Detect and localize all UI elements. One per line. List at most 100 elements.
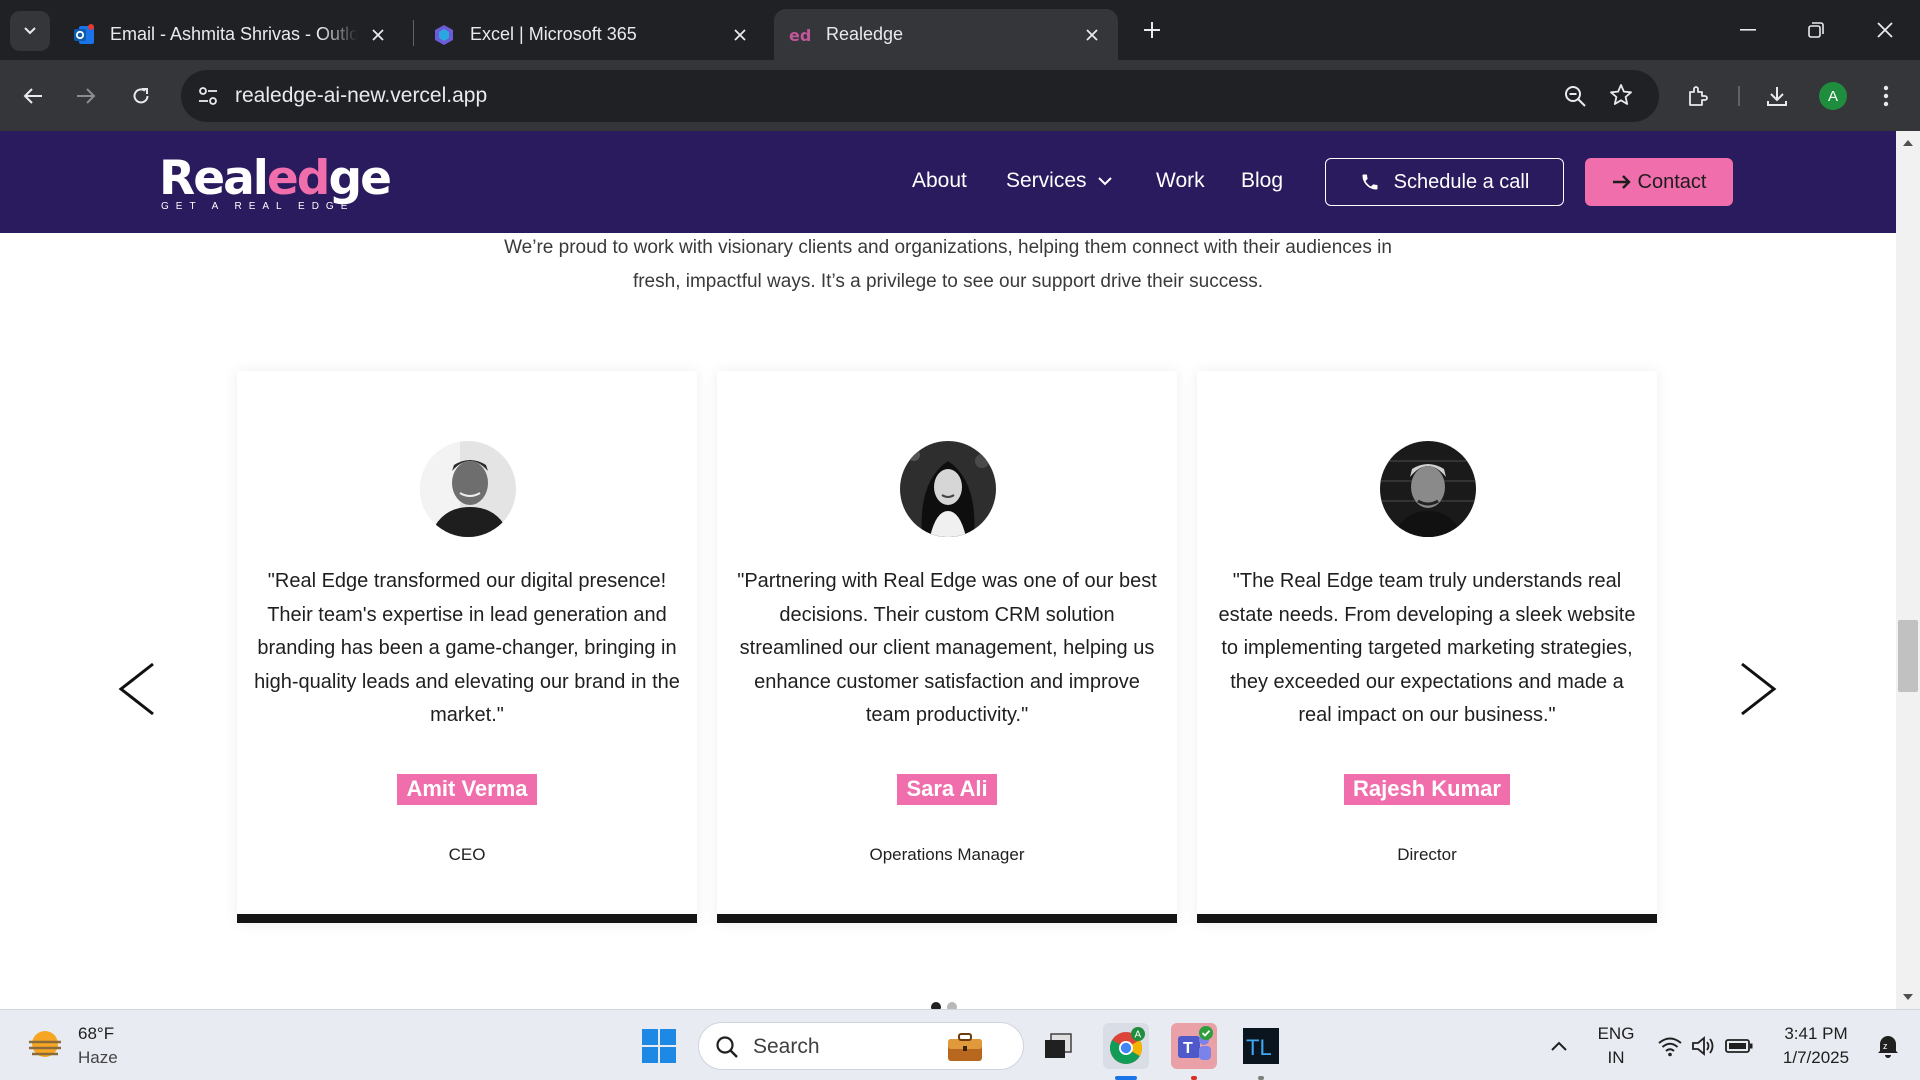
task-view-icon — [1045, 1033, 1072, 1058]
clock-time: 3:41 PM — [1784, 1024, 1848, 1043]
nav-about[interactable]: About — [912, 169, 967, 193]
tab-outlook[interactable]: Email - Ashmita Shrivas - Outlook — [58, 9, 406, 60]
back-button[interactable] — [15, 78, 51, 114]
schedule-call-button[interactable]: Schedule a call — [1325, 158, 1564, 206]
tab-divider — [413, 20, 414, 46]
testimonial-card: "Partnering with Real Edge was one of ou… — [717, 371, 1177, 923]
tab-title: Email - Ashmita Shrivas - Outlook — [110, 24, 358, 44]
more-vertical-icon — [1883, 85, 1889, 107]
scroll-up-arrow[interactable] — [1900, 135, 1916, 151]
close-window-button[interactable] — [1862, 10, 1908, 50]
attention-indicator — [1191, 1076, 1197, 1080]
chrome-icon: A — [1110, 1027, 1145, 1064]
briefcase-icon — [948, 1033, 982, 1061]
taskbar-teams[interactable]: T — [1171, 1023, 1217, 1069]
chevron-left-icon — [118, 662, 154, 716]
tab-search-button[interactable] — [10, 11, 50, 51]
page-scrollbar[interactable] — [1896, 131, 1920, 1009]
card-bottom-bar — [237, 914, 697, 923]
contact-label: Contact — [1637, 170, 1707, 193]
client-avatar — [1380, 441, 1476, 537]
tl-app-icon: TL — [1243, 1028, 1279, 1064]
zoom-icon[interactable] — [1563, 84, 1587, 113]
notification-bell-icon: z — [1878, 1036, 1898, 1058]
task-view-button[interactable] — [1035, 1023, 1081, 1069]
restore-button[interactable] — [1793, 10, 1839, 50]
triangle-up-icon — [1903, 140, 1913, 146]
close-icon — [1877, 22, 1893, 38]
minimize-button[interactable] — [1725, 10, 1771, 50]
close-icon[interactable] — [1080, 23, 1104, 47]
reload-icon — [133, 88, 149, 104]
testimonial-card: "Real Edge transformed our digital prese… — [237, 371, 697, 923]
carousel-dot[interactable] — [947, 1002, 957, 1009]
download-icon — [1767, 87, 1787, 106]
triangle-down-icon — [1903, 994, 1913, 1000]
wifi-icon — [1658, 1037, 1682, 1057]
show-hidden-icons-button[interactable] — [1536, 1023, 1582, 1069]
taskbar-tl-app[interactable]: TL — [1238, 1023, 1284, 1069]
svg-text:T: T — [1183, 1040, 1193, 1057]
weather-widget[interactable]: 68°F Haze — [26, 1022, 118, 1070]
new-tab-button[interactable] — [1134, 12, 1170, 48]
client-name-wrap: Rajesh Kumar — [1197, 774, 1657, 805]
downloads-button[interactable] — [1759, 78, 1795, 114]
carousel-prev-button[interactable] — [115, 659, 159, 719]
system-tray-status[interactable] — [1650, 1023, 1760, 1069]
address-bar[interactable]: realedge-ai-new.vercel.app — [181, 70, 1659, 122]
tab-excel[interactable]: Excel | Microsoft 365 — [418, 9, 766, 60]
client-role: CEO — [448, 845, 486, 864]
microsoft-365-icon — [432, 23, 456, 47]
realedge-logo[interactable]: Realedge GET A REAL EDGE — [159, 151, 392, 213]
search-icon — [716, 1036, 738, 1058]
tab-title: Excel | Microsoft 365 — [470, 24, 637, 44]
close-icon[interactable] — [728, 23, 752, 47]
notifications-button[interactable]: z — [1868, 1023, 1908, 1069]
language-region: IN — [1607, 1048, 1625, 1067]
logo-word-ed: ed — [266, 151, 331, 206]
weather-condition: Haze — [78, 1048, 118, 1067]
client-name: Rajesh Kumar — [1344, 774, 1510, 805]
logo-word-ge: ge — [328, 151, 392, 206]
client-role: Operations Manager — [869, 845, 1025, 864]
scroll-down-arrow[interactable] — [1900, 989, 1916, 1005]
taskbar-search[interactable]: Search — [698, 1022, 1024, 1070]
page-viewport: We’re proud to work with visionary clien… — [0, 131, 1896, 1009]
card-bottom-bar — [717, 914, 1177, 923]
chevron-down-icon — [1097, 177, 1112, 186]
search-label: Search — [753, 1035, 820, 1058]
scrollbar-thumb[interactable] — [1898, 620, 1918, 692]
arrow-right-icon — [1612, 175, 1631, 189]
realedge-favicon-icon: ed — [788, 23, 812, 47]
carousel-next-button[interactable] — [1736, 659, 1780, 719]
restore-icon — [1808, 22, 1824, 38]
nav-blog[interactable]: Blog — [1241, 169, 1283, 193]
taskbar-clock[interactable]: 3:41 PM 1/7/2025 — [1776, 1022, 1856, 1070]
svg-text:A: A — [1135, 1030, 1142, 1041]
forward-button[interactable] — [68, 78, 104, 114]
haze-weather-icon — [29, 1031, 61, 1057]
browser-menu-button[interactable] — [1868, 78, 1904, 114]
extensions-button[interactable] — [1680, 78, 1716, 114]
bookmark-star-icon[interactable] — [1609, 83, 1633, 112]
reload-button[interactable] — [123, 78, 159, 114]
clock-date: 1/7/2025 — [1782, 1048, 1850, 1067]
testimonial-card: "The Real Edge team truly understands re… — [1197, 371, 1657, 923]
chevron-up-icon — [1551, 1041, 1567, 1051]
profile-avatar[interactable]: A — [1819, 82, 1847, 110]
tab-realedge[interactable]: ed Realedge — [774, 9, 1118, 60]
nav-work[interactable]: Work — [1156, 169, 1205, 193]
language-indicator[interactable]: ENG IN — [1596, 1022, 1636, 1070]
client-name-wrap: Sara Ali — [717, 774, 1177, 805]
logo-wordmark: Realedge — [159, 151, 392, 206]
site-settings-icon[interactable] — [197, 85, 219, 112]
contact-button[interactable]: Contact — [1585, 158, 1733, 206]
client-name: Sara Ali — [897, 774, 997, 805]
nav-services[interactable]: Services — [1006, 169, 1113, 193]
carousel-dot[interactable] — [931, 1002, 941, 1009]
taskbar-chrome[interactable]: A — [1103, 1023, 1149, 1069]
phone-icon — [1362, 174, 1378, 190]
svg-text:z: z — [1883, 1041, 1888, 1051]
start-button[interactable] — [636, 1023, 682, 1069]
close-icon[interactable] — [366, 23, 390, 47]
